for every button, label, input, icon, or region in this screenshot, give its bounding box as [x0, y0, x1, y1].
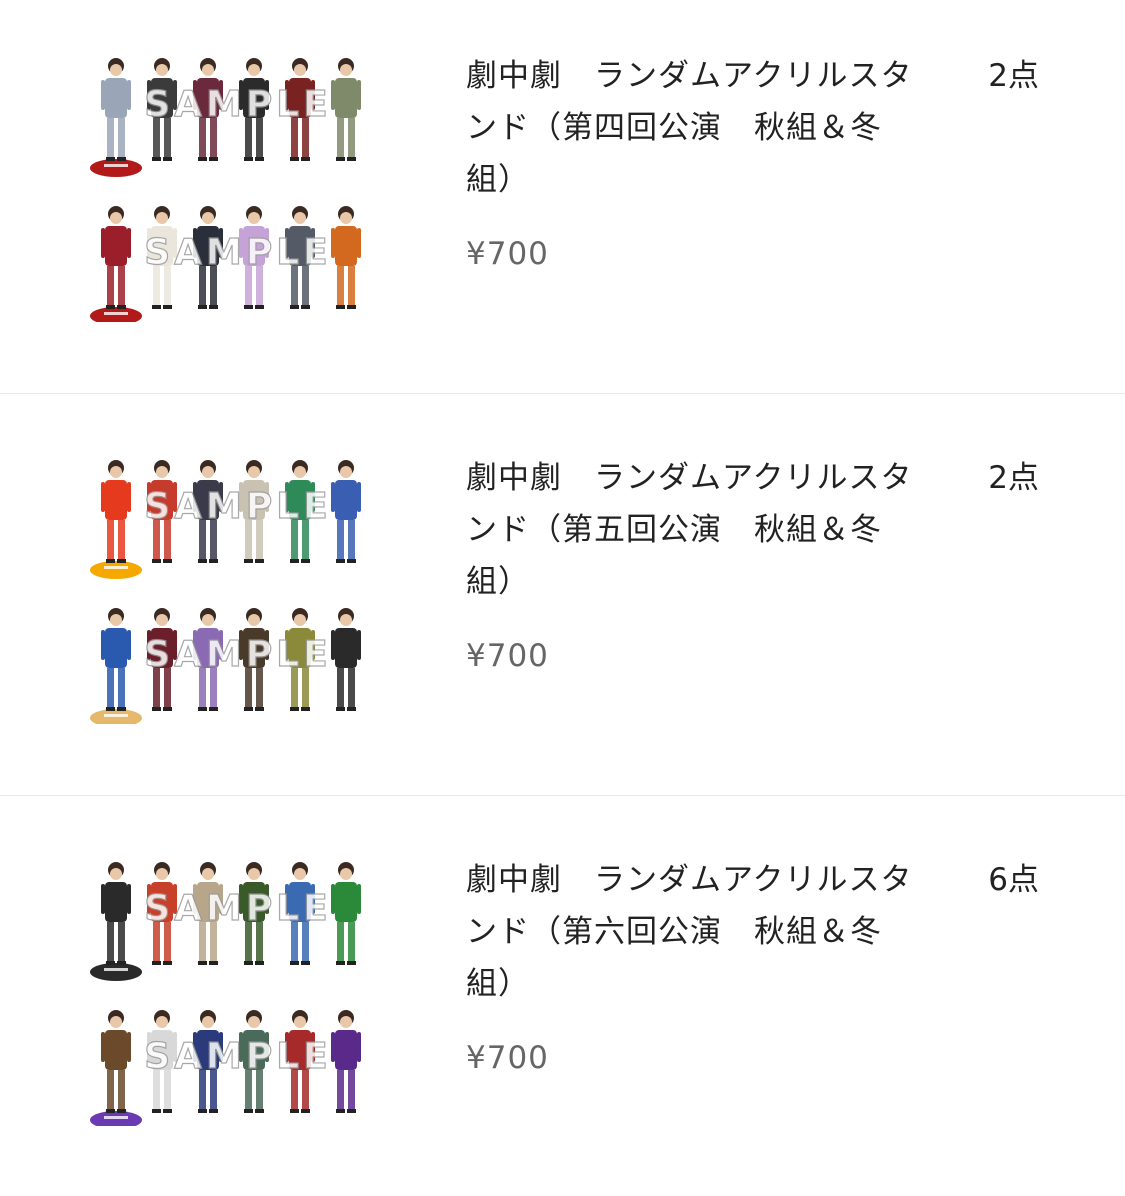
figure-row: SAMPLE: [90, 58, 361, 177]
character-figure: [101, 460, 131, 563]
quantity-label: 2点: [988, 460, 1039, 496]
quantity-label: 2点: [988, 58, 1039, 94]
sample-watermark: SAMPLE: [144, 84, 332, 125]
product-thumbnail[interactable]: SAMPLE SAMPLE: [88, 54, 388, 322]
figure-row: SAMPLE: [90, 1010, 361, 1126]
character-figure: [331, 206, 361, 309]
stand-base-label: [104, 566, 128, 569]
character-figure: [331, 608, 361, 711]
product-price: ¥700: [466, 236, 549, 272]
product-title[interactable]: 劇中劇 ランダムアクリルスタンド（第五回公演 秋組＆冬組）: [466, 452, 928, 608]
product-price: ¥700: [466, 638, 549, 674]
figure-row: SAMPLE: [90, 206, 361, 322]
sample-watermark: SAMPLE: [144, 1036, 332, 1077]
stand-base-label: [104, 164, 128, 167]
character-figure: [101, 58, 131, 161]
character-figure: [331, 58, 361, 161]
figure-row: SAMPLE: [90, 862, 361, 981]
character-figure: [331, 460, 361, 563]
sample-watermark: SAMPLE: [144, 888, 332, 929]
sample-watermark: SAMPLE: [144, 634, 332, 675]
figure-row: SAMPLE: [90, 460, 361, 579]
stand-base-label: [104, 714, 128, 717]
character-figure: [101, 1010, 131, 1113]
stand-base-label: [104, 1116, 128, 1119]
product-title[interactable]: 劇中劇 ランダムアクリルスタンド（第六回公演 秋組＆冬組）: [466, 854, 928, 1010]
product-title[interactable]: 劇中劇 ランダムアクリルスタンド（第四回公演 秋組＆冬組）: [466, 50, 928, 206]
figure-row: SAMPLE: [90, 608, 361, 724]
character-figure: [101, 206, 131, 309]
character-figure: [101, 608, 131, 711]
character-figure: [101, 862, 131, 965]
quantity-label: 6点: [988, 862, 1039, 898]
product-thumbnail[interactable]: SAMPLE SAMPLE: [88, 456, 388, 724]
character-figure: [331, 1010, 361, 1113]
sample-watermark: SAMPLE: [144, 232, 332, 273]
product-price: ¥700: [466, 1040, 549, 1076]
cart-item[interactable]: SAMPLE SAMPLE 劇中劇 ランダムアクリルスタンド（第四回公演 秋組＆冬…: [0, 0, 1125, 392]
stand-base-label: [104, 312, 128, 315]
stand-base: [90, 963, 142, 981]
stand-base-label: [104, 968, 128, 971]
product-thumbnail[interactable]: SAMPLE SAMPLE: [88, 858, 388, 1126]
stand-base: [90, 561, 142, 579]
stand-base: [90, 159, 142, 177]
sample-watermark: SAMPLE: [144, 486, 332, 527]
cart-item[interactable]: SAMPLE SAMPLE 劇中劇 ランダムアクリルスタンド（第五回公演 秋組＆冬…: [0, 394, 1125, 794]
cart-item-list: SAMPLE SAMPLE 劇中劇 ランダムアクリルスタンド（第四回公演 秋組＆冬…: [0, 0, 1125, 1175]
character-figure: [331, 862, 361, 965]
cart-item[interactable]: SAMPLE SAMPLE 劇中劇 ランダムアクリルスタンド（第六回公演 秋組＆冬…: [0, 796, 1125, 1196]
